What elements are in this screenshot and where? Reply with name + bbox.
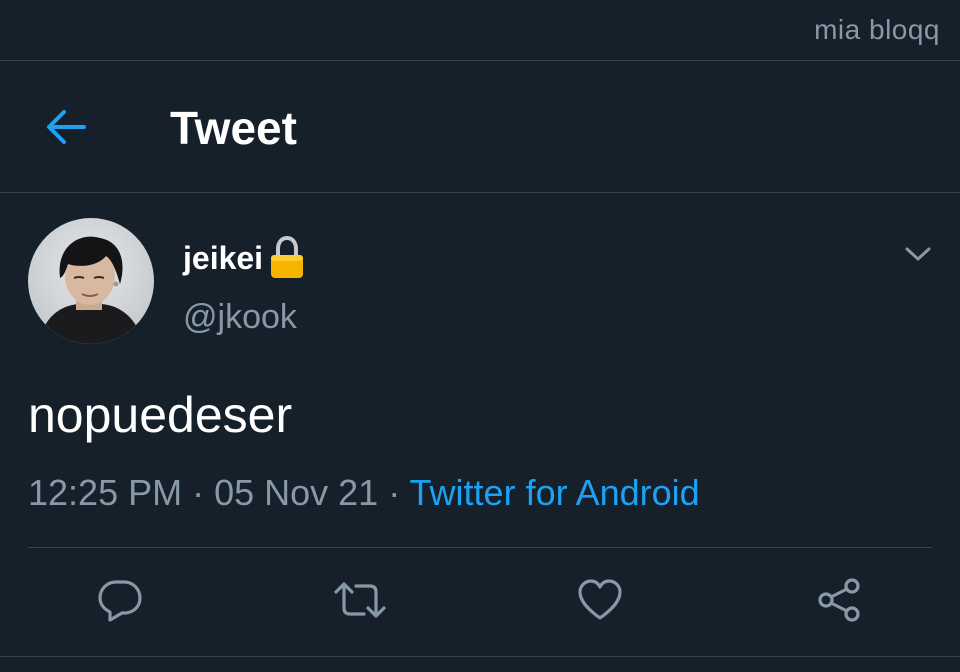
- reply-icon: [98, 580, 142, 622]
- chevron-down-icon: [905, 247, 931, 261]
- watermark-text: mia bloqq: [814, 14, 940, 45]
- meta-separator: ·: [378, 472, 410, 513]
- retweet-button[interactable]: [332, 572, 388, 628]
- bottom-divider: [0, 656, 960, 657]
- arrow-left-icon: [47, 110, 86, 144]
- header-bar: Tweet: [0, 61, 960, 193]
- author-display-name[interactable]: jeikei: [183, 240, 263, 277]
- reply-button[interactable]: [92, 572, 148, 628]
- avatar-image: [28, 218, 154, 344]
- tweet-text: nopuedeser: [28, 387, 293, 443]
- tweet-date: 05 Nov 21: [214, 472, 379, 513]
- like-button[interactable]: [572, 572, 628, 628]
- meta-separator: ·: [182, 472, 215, 513]
- share-button[interactable]: [812, 572, 868, 628]
- share-icon: [818, 578, 860, 622]
- avatar[interactable]: [28, 218, 154, 344]
- tweet-time: 12:25 PM: [28, 472, 183, 513]
- tweet-meta: 12:25 PM · 05 Nov 21 · Twitter for Andro…: [28, 472, 700, 514]
- back-button[interactable]: [40, 105, 92, 149]
- divider: [28, 547, 932, 548]
- heart-icon: [578, 579, 622, 620]
- author-name-row[interactable]: jeikei: [183, 236, 305, 280]
- page-title: Tweet: [170, 102, 297, 154]
- top-bar: mia bloqq: [0, 0, 960, 61]
- tweet-menu-button[interactable]: [900, 238, 936, 270]
- action-bar: [0, 572, 960, 632]
- retweet-icon: [334, 582, 386, 618]
- tweet-detail-screen: mia bloqq Tweet jeikei @jkook nopuedeser…: [0, 0, 960, 672]
- author-handle[interactable]: @jkook: [183, 298, 297, 337]
- tweet-source-link[interactable]: Twitter for Android: [410, 472, 700, 513]
- lock-icon: [269, 236, 305, 280]
